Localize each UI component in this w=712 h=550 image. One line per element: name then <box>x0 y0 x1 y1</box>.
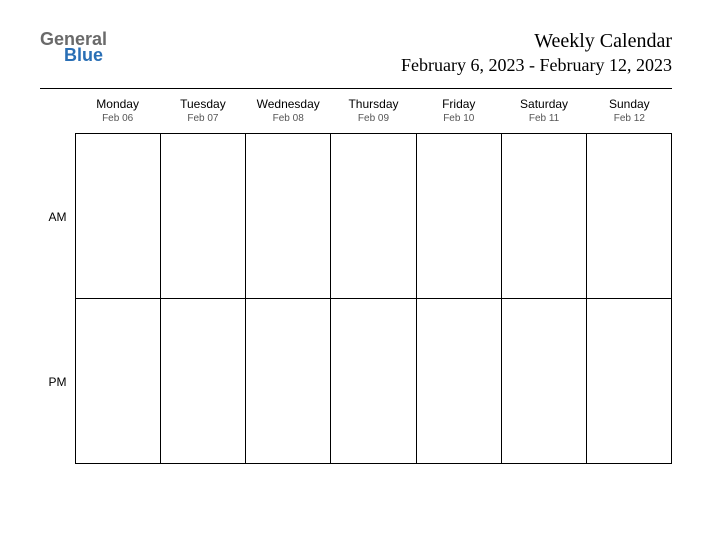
day-date: Feb 12 <box>587 113 672 124</box>
grid-row-pm <box>75 299 672 464</box>
calendar-cell[interactable] <box>586 299 672 464</box>
day-name: Tuesday <box>160 97 245 111</box>
day-name: Wednesday <box>246 97 331 111</box>
days-column: Monday Feb 06 Tuesday Feb 07 Wednesday F… <box>75 89 672 464</box>
day-name: Monday <box>75 97 160 111</box>
day-header: Sunday Feb 12 <box>587 89 672 133</box>
day-date: Feb 07 <box>160 113 245 124</box>
calendar-cell[interactable] <box>245 299 330 464</box>
day-header: Friday Feb 10 <box>416 89 501 133</box>
day-header: Tuesday Feb 07 <box>160 89 245 133</box>
calendar-cell[interactable] <box>160 299 245 464</box>
calendar-cell[interactable] <box>75 134 160 299</box>
day-header: Wednesday Feb 08 <box>246 89 331 133</box>
time-header-spacer <box>40 89 75 134</box>
time-column: AM PM <box>40 89 75 464</box>
day-date: Feb 10 <box>416 113 501 124</box>
title-block: Weekly Calendar February 6, 2023 - Febru… <box>401 30 672 76</box>
header-row: General Blue Weekly Calendar February 6,… <box>40 30 672 76</box>
calendar-cell[interactable] <box>416 299 501 464</box>
calendar-cell[interactable] <box>330 299 415 464</box>
day-header: Saturday Feb 11 <box>501 89 586 133</box>
calendar-cell[interactable] <box>330 134 415 299</box>
day-name: Sunday <box>587 97 672 111</box>
day-header: Monday Feb 06 <box>75 89 160 133</box>
time-label-am: AM <box>40 134 75 299</box>
day-name: Thursday <box>331 97 416 111</box>
day-date: Feb 08 <box>246 113 331 124</box>
calendar-cell[interactable] <box>160 134 245 299</box>
calendar-cell[interactable] <box>501 134 586 299</box>
day-date: Feb 06 <box>75 113 160 124</box>
date-range: February 6, 2023 - February 12, 2023 <box>401 55 672 76</box>
grid-row-am <box>75 134 672 299</box>
calendar-cell[interactable] <box>75 299 160 464</box>
page-title: Weekly Calendar <box>401 30 672 53</box>
day-name: Saturday <box>501 97 586 111</box>
calendar: AM PM Monday Feb 06 Tuesday Feb 07 Wedne… <box>40 89 672 464</box>
day-name: Friday <box>416 97 501 111</box>
day-date: Feb 11 <box>501 113 586 124</box>
day-headers-row: Monday Feb 06 Tuesday Feb 07 Wednesday F… <box>75 89 672 134</box>
calendar-cell[interactable] <box>416 134 501 299</box>
day-header: Thursday Feb 09 <box>331 89 416 133</box>
logo: General Blue <box>40 30 107 64</box>
day-date: Feb 09 <box>331 113 416 124</box>
calendar-cell[interactable] <box>586 134 672 299</box>
time-label-pm: PM <box>40 299 75 464</box>
calendar-cell[interactable] <box>245 134 330 299</box>
calendar-cell[interactable] <box>501 299 586 464</box>
logo-part2: Blue <box>64 46 107 64</box>
